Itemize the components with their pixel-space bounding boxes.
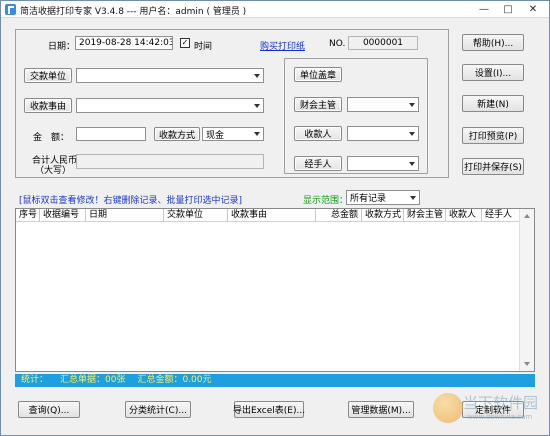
col-receiver[interactable]: 收款人 <box>446 209 482 222</box>
receipt-number-field: 0000001 <box>348 36 418 50</box>
watermark-logo-icon <box>433 393 463 423</box>
chevron-down-icon <box>254 132 260 136</box>
summary-label: 统计： <box>21 375 49 385</box>
app-window: 简洁收据打印专家 V3.4.8 --- 用户名：admin ( 管理员 ) — … <box>0 0 550 436</box>
maximize-button[interactable]: □ <box>497 2 519 16</box>
watermark-url: www.downxia.com <box>467 413 533 421</box>
export-excel-button[interactable]: 导出Excel表(E)... <box>233 401 305 418</box>
chevron-down-icon <box>409 161 415 166</box>
date-label: 日期： <box>48 42 76 52</box>
rmb-uppercase-field <box>76 154 264 169</box>
pay-method-button[interactable]: 收款方式 <box>154 127 200 141</box>
col-accountant[interactable]: 财会主管 <box>404 209 446 222</box>
settings-button[interactable]: 设置(I)... <box>462 64 524 81</box>
chevron-down-icon <box>409 131 415 136</box>
window-title: 简洁收据打印专家 V3.4.8 --- 用户名：admin ( 管理员 ) <box>20 7 247 17</box>
query-button[interactable]: 查询(Q)... <box>18 401 80 418</box>
pay-method-combo[interactable]: 现金 <box>202 127 264 141</box>
seal-button[interactable]: 单位盖章 <box>294 67 342 82</box>
handler-combo[interactable] <box>347 156 419 171</box>
no-label: NO. <box>329 39 346 49</box>
col-receipt-no[interactable]: 收据编号 <box>40 209 86 222</box>
help-button[interactable]: 帮助(H)... <box>462 34 524 51</box>
table-scrollbar[interactable] <box>519 209 534 371</box>
handler-button[interactable]: 经手人 <box>294 156 342 171</box>
summary-total: 汇总金额：0.00元 <box>137 375 212 385</box>
receiver-combo[interactable] <box>347 126 419 141</box>
chevron-down-icon <box>410 195 416 200</box>
time-checkbox[interactable]: ✓ <box>180 38 190 48</box>
summary-bar: 统计： 汇总单据：00张 汇总金额：0.00元 <box>15 374 535 387</box>
receiver-button[interactable]: 收款人 <box>294 126 342 141</box>
watermark-name: 当下软件园 <box>463 394 539 412</box>
new-button[interactable]: 新建(N) <box>462 95 524 112</box>
minimize-button[interactable]: — <box>473 2 495 16</box>
list-hint: [鼠标双击查看修改！右键删除记录、批量打印选中记录] <box>19 196 243 206</box>
col-payer[interactable]: 交款单位 <box>164 209 228 222</box>
col-reason[interactable]: 收款事由 <box>228 209 316 222</box>
amount-input[interactable] <box>76 127 146 141</box>
buy-paper-link[interactable]: 购买打印纸 <box>260 39 305 52</box>
col-date[interactable]: 日期 <box>86 209 164 222</box>
app-icon <box>5 4 16 15</box>
records-table[interactable]: 序号 收据编号 日期 交款单位 收款事由 总金额 收款方式 财会主管 收款人 经… <box>15 208 535 372</box>
accountant-combo[interactable] <box>347 97 419 112</box>
print-save-button[interactable]: 打印并保存(S) <box>462 158 524 175</box>
reason-combo[interactable] <box>76 98 264 113</box>
time-label: 时间 <box>194 42 213 52</box>
category-stats-button[interactable]: 分类统计(C)... <box>125 401 191 418</box>
payer-button[interactable]: 交款单位 <box>24 68 72 83</box>
chevron-down-icon <box>409 102 415 107</box>
range-label: 显示范围： <box>303 196 349 206</box>
range-combo[interactable]: 所有记录 <box>346 190 420 205</box>
pay-method-value: 现金 <box>206 130 225 141</box>
col-total[interactable]: 总金额 <box>316 209 362 222</box>
print-preview-button[interactable]: 打印预览(P) <box>462 127 524 144</box>
watermark: 当下软件园 www.downxia.com <box>433 389 549 433</box>
rmb-label-sub: （大写） <box>35 166 72 176</box>
col-index[interactable]: 序号 <box>16 209 40 222</box>
scroll-down-icon[interactable] <box>524 362 530 366</box>
manage-data-button[interactable]: 管理数据(M)... <box>348 401 414 418</box>
amount-label: 金 额： <box>33 133 70 143</box>
col-handler[interactable]: 经手人 <box>482 209 521 222</box>
title-bar: 简洁收据打印专家 V3.4.8 --- 用户名：admin ( 管理员 ) — … <box>1 1 549 18</box>
chevron-down-icon <box>254 103 260 108</box>
close-button[interactable]: ✕ <box>519 2 547 16</box>
col-pay-method[interactable]: 收款方式 <box>362 209 404 222</box>
payer-combo[interactable] <box>76 68 264 83</box>
accountant-button[interactable]: 财会主管 <box>294 97 342 112</box>
range-value: 所有记录 <box>350 194 387 204</box>
scroll-up-icon[interactable] <box>524 214 530 218</box>
table-header: 序号 收据编号 日期 交款单位 收款事由 总金额 收款方式 财会主管 收款人 经… <box>16 209 534 222</box>
reason-button[interactable]: 收款事由 <box>24 98 72 113</box>
date-input[interactable]: 2019-08-28 14:42:03 <box>75 36 173 50</box>
summary-count: 汇总单据：00张 <box>60 375 126 385</box>
chevron-down-icon <box>254 73 260 78</box>
